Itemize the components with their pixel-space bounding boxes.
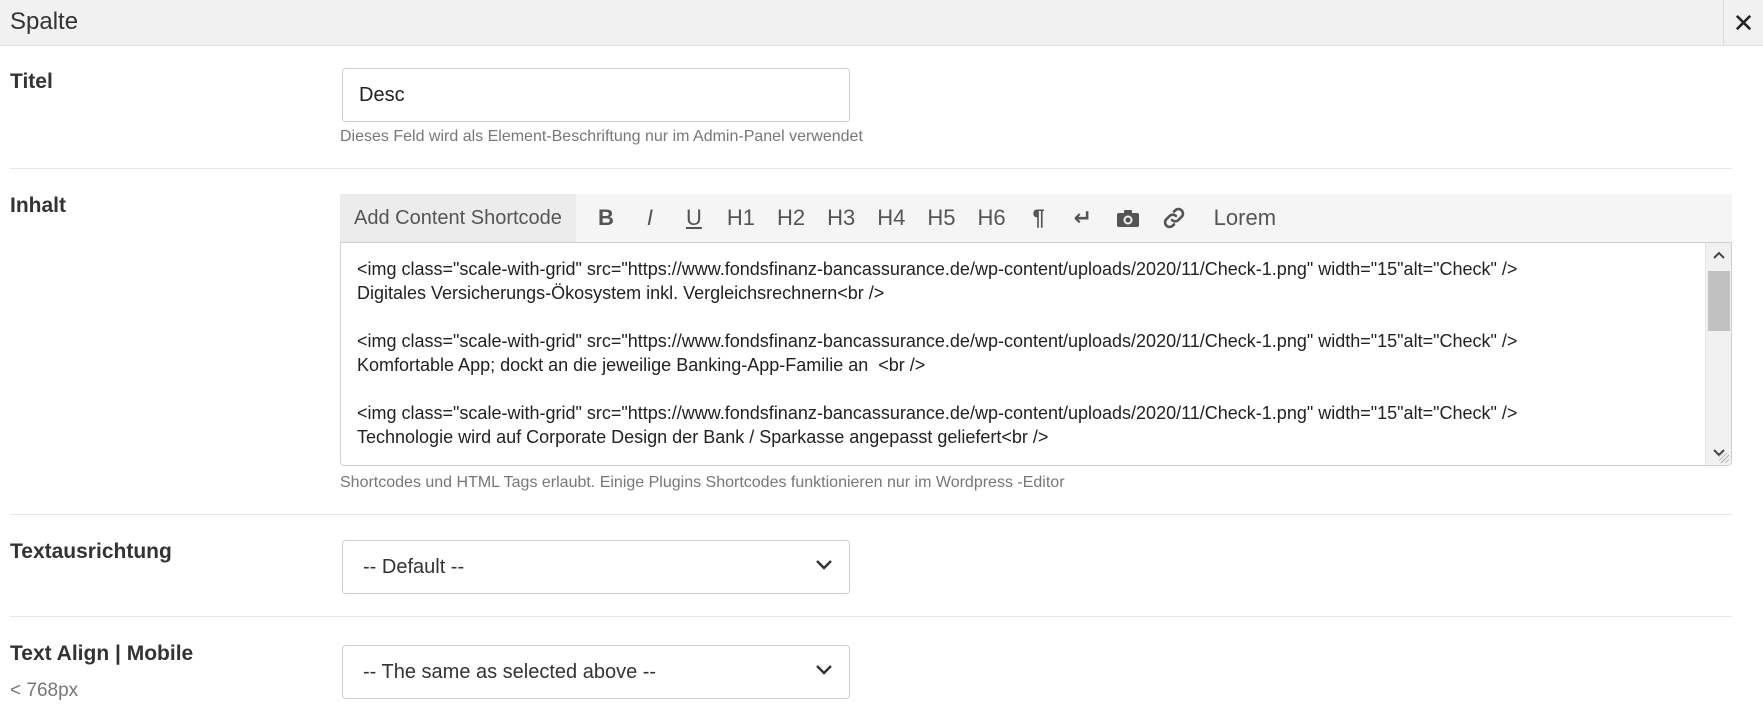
h3-button[interactable]: H3: [816, 194, 866, 242]
content-textarea[interactable]: <img class="scale-with-grid" src="https:…: [357, 257, 1701, 449]
scroll-up-icon[interactable]: [1706, 243, 1731, 267]
dialog-header: Spalte ✕: [0, 0, 1763, 46]
bold-button[interactable]: B: [584, 194, 628, 242]
lorem-button[interactable]: Lorem: [1203, 194, 1287, 242]
camera-icon[interactable]: [1105, 194, 1151, 242]
editor-toolbar: Add Content Shortcode B I U H1 H2 H3 H4 …: [340, 194, 1732, 242]
titel-help: Dieses Feld wird als Element-Beschriftun…: [340, 128, 863, 145]
textausrichtung-label: Textausrichtung: [10, 540, 172, 563]
h1-button[interactable]: H1: [716, 194, 766, 242]
inhalt-help: Shortcodes und HTML Tags erlaubt. Einige…: [340, 474, 1065, 491]
h4-button[interactable]: H4: [866, 194, 916, 242]
resize-handle-icon[interactable]: [1719, 453, 1729, 463]
text-align-mobile-select[interactable]: -- The same as selected above --: [342, 645, 850, 699]
line-break-icon[interactable]: ↵: [1061, 194, 1105, 242]
text-align-mobile-sublabel: < 768px: [10, 680, 79, 701]
divider: [10, 616, 1732, 617]
h2-button[interactable]: H2: [766, 194, 816, 242]
chevron-down-icon: [816, 560, 832, 570]
add-content-shortcode-button[interactable]: Add Content Shortcode: [340, 194, 576, 242]
titel-input[interactable]: [342, 68, 850, 122]
h6-button[interactable]: H6: [967, 194, 1017, 242]
inhalt-label: Inhalt: [10, 194, 66, 217]
textausrichtung-select[interactable]: -- Default --: [342, 540, 850, 594]
content-editor[interactable]: <img class="scale-with-grid" src="https:…: [340, 242, 1732, 466]
close-icon[interactable]: ✕: [1723, 0, 1763, 46]
divider: [10, 514, 1732, 515]
underline-button[interactable]: U: [672, 194, 716, 242]
text-align-mobile-selected-value: -- The same as selected above --: [363, 660, 657, 683]
chevron-down-icon: [816, 665, 832, 675]
editor-scrollbar[interactable]: [1705, 243, 1731, 465]
paragraph-icon[interactable]: ¶: [1017, 194, 1061, 242]
titel-label: Titel: [10, 70, 53, 93]
scrollbar-thumb[interactable]: [1708, 271, 1730, 331]
text-align-mobile-label: Text Align | Mobile: [10, 642, 194, 665]
dialog-title: Spalte: [10, 8, 79, 35]
divider: [10, 168, 1732, 169]
h5-button[interactable]: H5: [916, 194, 966, 242]
italic-button[interactable]: I: [628, 194, 672, 242]
link-icon[interactable]: [1151, 194, 1197, 242]
textausrichtung-selected-value: -- Default --: [363, 555, 465, 578]
